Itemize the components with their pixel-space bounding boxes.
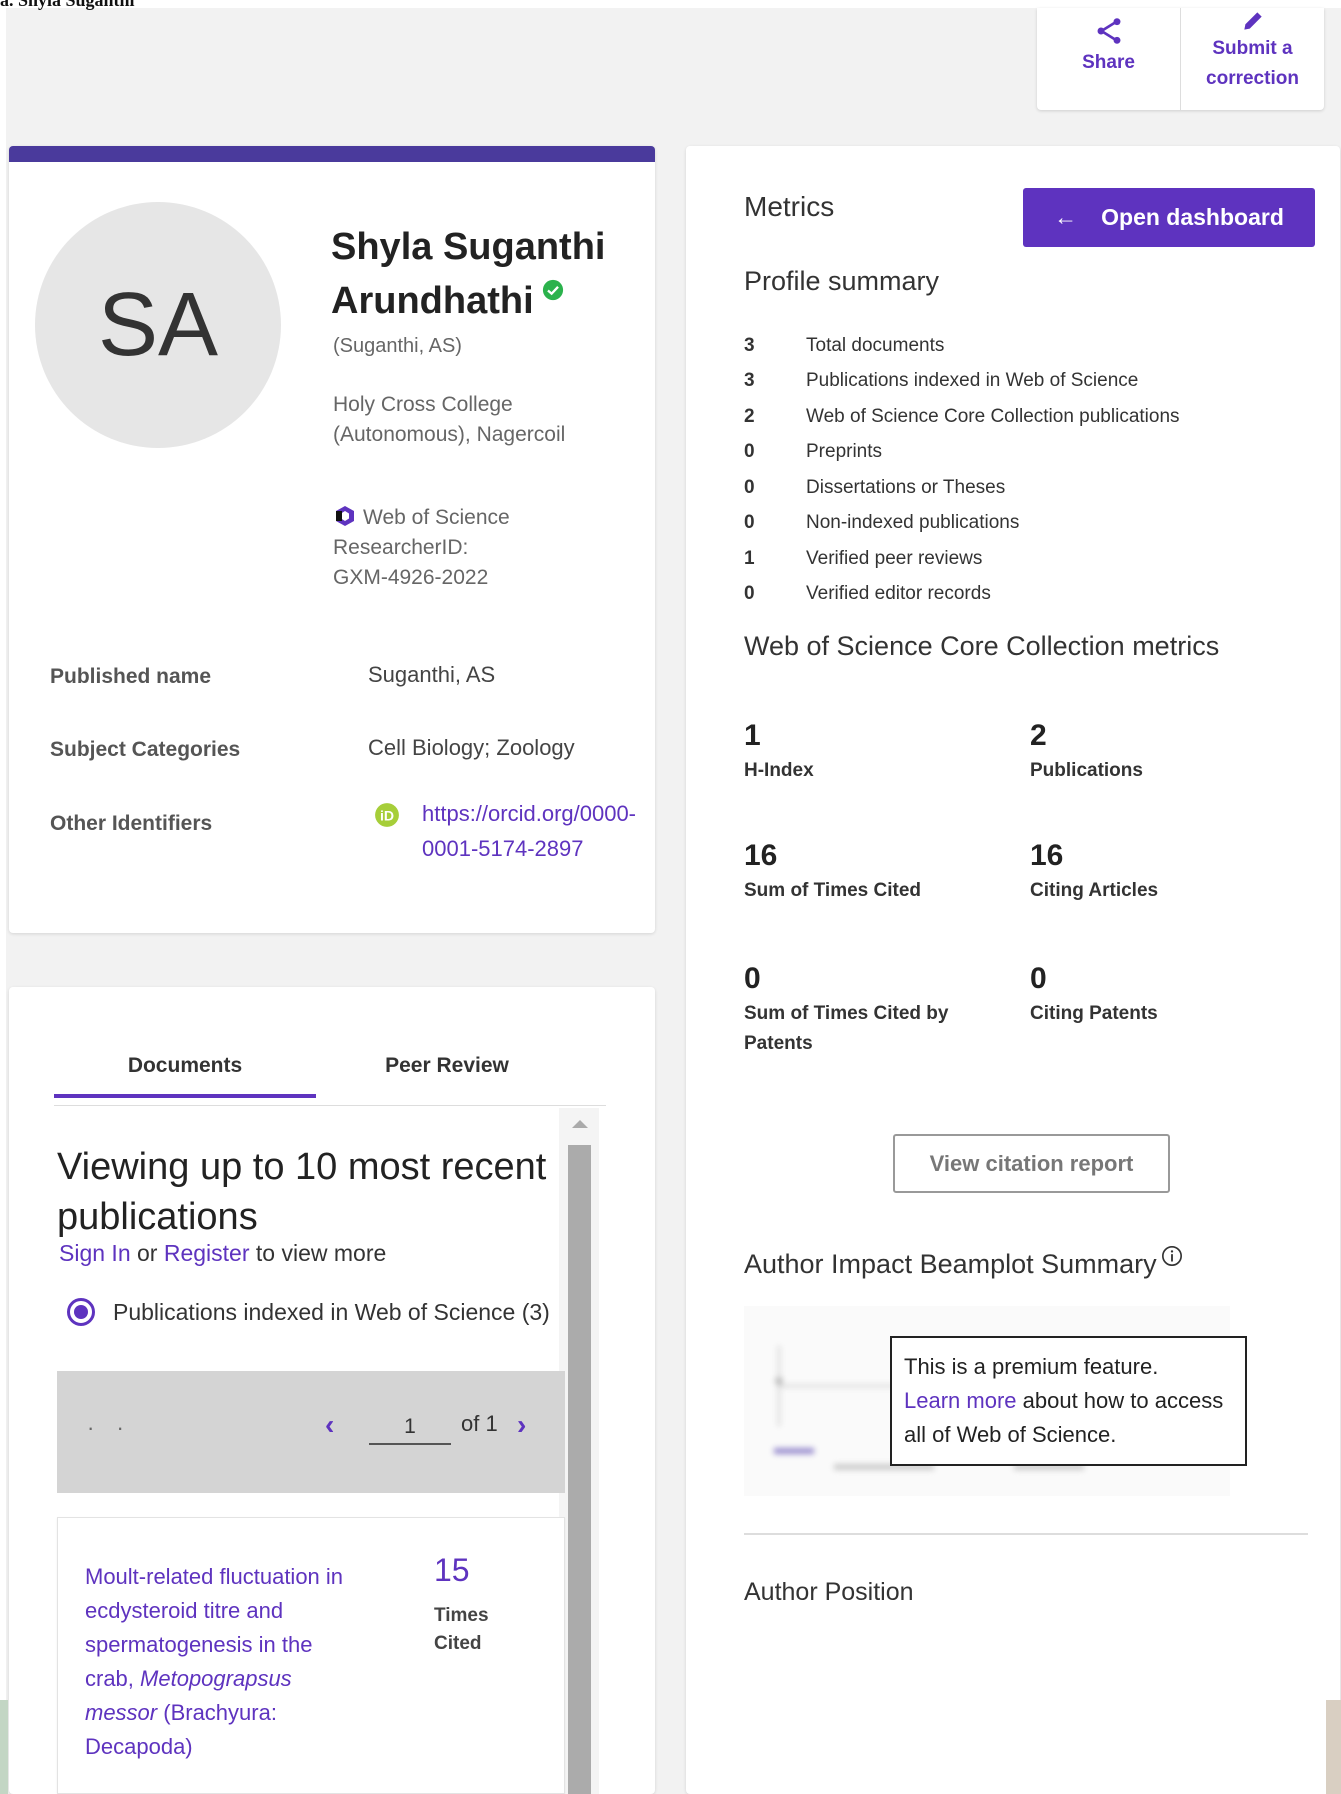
alternate-name: (Suganthi, AS)	[333, 335, 462, 357]
scrollbar-thumb[interactable]	[568, 1145, 591, 1794]
background-edge	[1326, 1700, 1341, 1794]
or-text: or	[130, 1240, 164, 1266]
submit-correction-label: Submit a correction	[1206, 38, 1299, 89]
times-cited-count[interactable]: 15	[434, 1552, 470, 1589]
times-cited-label: Times Cited	[434, 1605, 489, 1654]
profile-card: SA Shyla Suganthi Arundhathi (Suganthi, …	[9, 146, 655, 933]
metrics-title: Metrics	[744, 191, 835, 222]
citing-patents-stat: 0 Citing Patents	[1030, 962, 1158, 1024]
summary-row: 0 Non-indexed publications	[744, 512, 1020, 534]
share-button[interactable]: Share	[1037, 8, 1180, 110]
web-of-science-logo-icon	[336, 506, 354, 526]
divider	[744, 1533, 1308, 1535]
researcher-id-block: Web of Science ResearcherID: GXM-4926-20…	[333, 503, 633, 593]
premium-feature-notice: This is a premium feature. Learn more ab…	[890, 1336, 1247, 1466]
affiliation: Holy Cross College (Autonomous), Nagerco…	[333, 393, 566, 446]
beamplot-title-text: Author Impact Beamplot Summary	[744, 1249, 1157, 1279]
published-name-label: Published name	[50, 665, 212, 688]
learn-more-link[interactable]: Learn more	[904, 1388, 1017, 1413]
scrollbar[interactable]	[559, 1108, 599, 1794]
orcid-link-continued[interactable]: 0001-5174-2897	[422, 831, 583, 867]
summary-row: 0 Preprints	[744, 441, 883, 463]
orcid-link[interactable]: https://orcid.org/0000-	[422, 796, 642, 832]
citing-articles-stat: 16 Citing Articles	[1030, 839, 1159, 901]
chevron-left-icon[interactable]: ‹	[325, 1409, 334, 1441]
tab-peer-review[interactable]: Peer Review	[316, 1048, 578, 1098]
to-view-more-text: to view more	[249, 1240, 387, 1266]
background-edge-left	[0, 1700, 8, 1794]
radio-button-selected[interactable]	[67, 1298, 95, 1326]
published-name-value: Suganthi, AS	[368, 662, 496, 687]
subject-categories-label: Subject Categories	[50, 738, 241, 761]
page-number-input[interactable]: 1	[369, 1411, 451, 1445]
researcher-id-label: Web of Science ResearcherID:	[333, 506, 510, 559]
profile-summary-title: Profile summary	[744, 266, 940, 296]
pencil-icon	[1243, 12, 1262, 30]
pager-dots: · ·	[87, 1415, 132, 1440]
page-count: of 1	[461, 1411, 498, 1436]
publication-item: Moult-related fluctuation in ecdysteroid…	[57, 1517, 565, 1794]
action-box: Share Submit a correction	[1037, 8, 1324, 110]
profile-summary-list: 3 Total documents 3 Publications indexed i…	[744, 328, 1324, 612]
orcid-icon: iD	[375, 803, 399, 827]
author-position-title: Author Position	[744, 1578, 914, 1606]
summary-row: 0 Dissertations or Theses	[744, 476, 1006, 498]
arrow-left-icon: ←	[1054, 204, 1078, 230]
metrics-card: Metrics ← Open dashboard Profile summary…	[686, 146, 1340, 1794]
verified-icon	[542, 279, 563, 301]
open-dashboard-button[interactable]: ← Open dashboard	[1023, 188, 1315, 247]
premium-text: This is a premium feature.	[904, 1354, 1159, 1379]
summary-row: 3 Total documents	[744, 334, 945, 356]
other-identifiers-label: Other Identifiers	[50, 812, 213, 835]
submit-correction-button[interactable]: Submit a correction	[1180, 8, 1324, 110]
top-strip-text: a. Shyla Suganthi	[0, 0, 135, 10]
subject-categories-value: Cell Biology; Zoology	[368, 735, 575, 760]
sum-cited-patents-stat: 0 Sum of Times Cited by Patents	[744, 962, 949, 1054]
top-strip: a. Shyla Suganthi	[0, 0, 1341, 10]
open-dashboard-label: Open dashboard	[1101, 204, 1284, 230]
summary-row: 3 Publications indexed in Web of Science	[744, 370, 1139, 392]
beamplot-preview: This is a premium feature. Learn more ab…	[744, 1306, 1247, 1496]
summary-row: 0 Verified editor records	[744, 583, 991, 605]
summary-row: 2 Web of Science Core Collection publicat…	[744, 405, 1180, 427]
author-name: Shyla Suganthi Arundhathi	[331, 220, 631, 328]
chevron-right-icon[interactable]: ›	[517, 1409, 526, 1441]
beamplot-title: Author Impact Beamplot Summary	[744, 1245, 1183, 1280]
pager: · · ‹ 1 of 1 ›	[57, 1371, 565, 1493]
svg-text:iD: iD	[380, 807, 394, 823]
sign-in-prompt: Sign In or Register to view more	[59, 1240, 386, 1267]
viewing-title: Viewing up to 10 most recent publication…	[57, 1146, 547, 1238]
sign-in-link[interactable]: Sign In	[59, 1240, 131, 1266]
author-name-text: Shyla Suganthi Arundhathi	[331, 226, 606, 322]
scroll-up-icon[interactable]	[572, 1120, 588, 1128]
share-icon	[1097, 18, 1120, 44]
avatar: SA	[35, 202, 281, 448]
publications-filter-label: Publications indexed in Web of Science (…	[113, 1298, 550, 1325]
summary-row: 1 Verified peer reviews	[744, 547, 983, 569]
publication-title-link[interactable]: Moult-related fluctuation in ecdysteroid…	[85, 1560, 365, 1764]
sum-times-cited-stat: 16 Sum of Times Cited	[744, 839, 922, 901]
documents-card: Documents Peer Review Viewing up to 10 m…	[9, 987, 655, 1794]
publications-filter[interactable]: Publications indexed in Web of Science (…	[67, 1298, 565, 1326]
tab-documents[interactable]: Documents	[54, 1048, 316, 1098]
h-index-stat: 1 H-Index	[744, 719, 814, 781]
share-label: Share	[1082, 52, 1135, 73]
view-citation-report-button[interactable]: View citation report	[893, 1134, 1170, 1193]
avatar-initials: SA	[97, 274, 219, 375]
left-edge	[0, 8, 6, 1794]
core-collection-title: Web of Science Core Collection metrics	[744, 631, 1220, 661]
researcher-id: GXM-4926-2022	[333, 566, 489, 589]
register-link[interactable]: Register	[164, 1240, 250, 1266]
publications-stat: 2 Publications	[1030, 719, 1143, 781]
info-icon[interactable]	[1161, 1245, 1183, 1267]
